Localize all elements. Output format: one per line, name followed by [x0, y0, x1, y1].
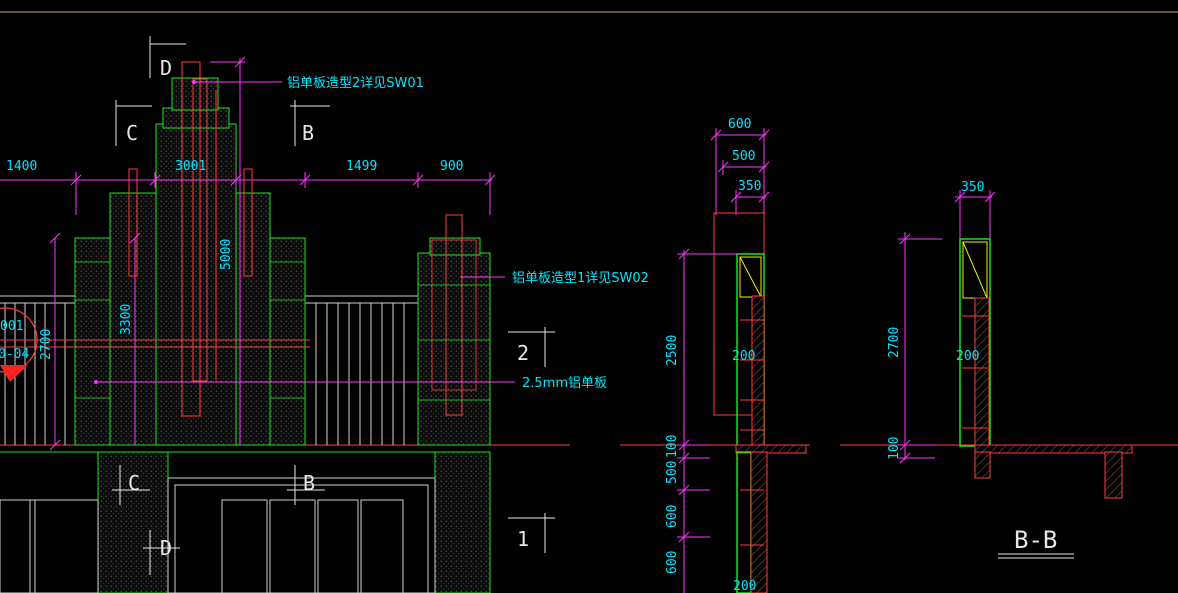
section-title-b-b: B-B: [1014, 526, 1057, 554]
section-mark-d: D: [160, 56, 172, 80]
detail-tag-number: 001: [0, 319, 23, 334]
dim-2700-bb: 2700: [887, 327, 902, 358]
dim-600-v-a: 600: [665, 505, 680, 528]
detail-tag-sheet: 0-04: [0, 347, 29, 362]
dim-3300: 3300: [119, 304, 134, 335]
cad-drawing-canvas[interactable]: 001 0-04 1400 3001 1499 900 5000 3300 27…: [0, 0, 1178, 593]
right-tower: [417, 214, 491, 446]
dim-wall-200: 200: [732, 349, 755, 364]
axis-label-1: 1: [517, 527, 529, 551]
dim-bottom-200: 200: [733, 579, 756, 593]
section-2-top-dimension: [954, 190, 996, 238]
main-facade-panels: [74, 77, 306, 446]
lower-section-mark-d: D: [160, 536, 172, 560]
callout-sw01: 铝单板造型2详见SW01: [287, 76, 424, 91]
dim-900: 900: [440, 159, 463, 174]
axis-label-2: 2: [517, 341, 529, 365]
axis-markers: [508, 327, 555, 553]
dim-100-bb: 100: [887, 437, 902, 460]
callout-aluminum-panel: 2.5mm铝单板: [522, 376, 607, 391]
wall-section-1[interactable]: 600 500 350 2500 100 500 600 600 200 200: [620, 117, 810, 593]
dim-5000: 5000: [219, 239, 234, 270]
dim-wall-200-bb: 200: [956, 349, 979, 364]
wall-section-b-b[interactable]: 350 2700 100 200 B-B: [840, 180, 1178, 559]
dim-350: 350: [738, 179, 761, 194]
detail-callout-circle: 001 0-04: [0, 307, 38, 382]
section-2-vertical-dimensions: [898, 232, 942, 464]
lower-section-mark-c: C: [128, 471, 140, 495]
lower-storefront: [0, 451, 491, 593]
section-2-cladding: [959, 238, 1133, 499]
section-1-top-dimensions: [710, 128, 770, 215]
dim-100-a: 100: [665, 435, 680, 458]
dim-350-bb: 350: [961, 180, 984, 195]
dim-1400: 1400: [6, 159, 37, 174]
dim-2700: 2700: [39, 329, 54, 360]
dim-600-v-b: 600: [665, 551, 680, 574]
front-elevation[interactable]: 001 0-04 1400 3001 1499 900 5000 3300 27…: [0, 36, 649, 593]
dim-2500: 2500: [665, 335, 680, 366]
section-mark-c: C: [126, 121, 138, 145]
section-1-cladding: [713, 212, 807, 593]
dim-3001: 3001: [175, 159, 206, 174]
railing-middle: [305, 295, 418, 445]
dim-500-v: 500: [665, 461, 680, 484]
callout-sw02: 铝单板造型1详见SW02: [512, 271, 649, 286]
dim-500: 500: [732, 149, 755, 164]
dim-1499: 1499: [346, 159, 377, 174]
dim-600: 600: [728, 117, 751, 132]
section-mark-b: B: [302, 121, 314, 145]
section-1-vertical-dimensions: [677, 248, 740, 593]
lower-section-mark-b: B: [303, 471, 315, 495]
